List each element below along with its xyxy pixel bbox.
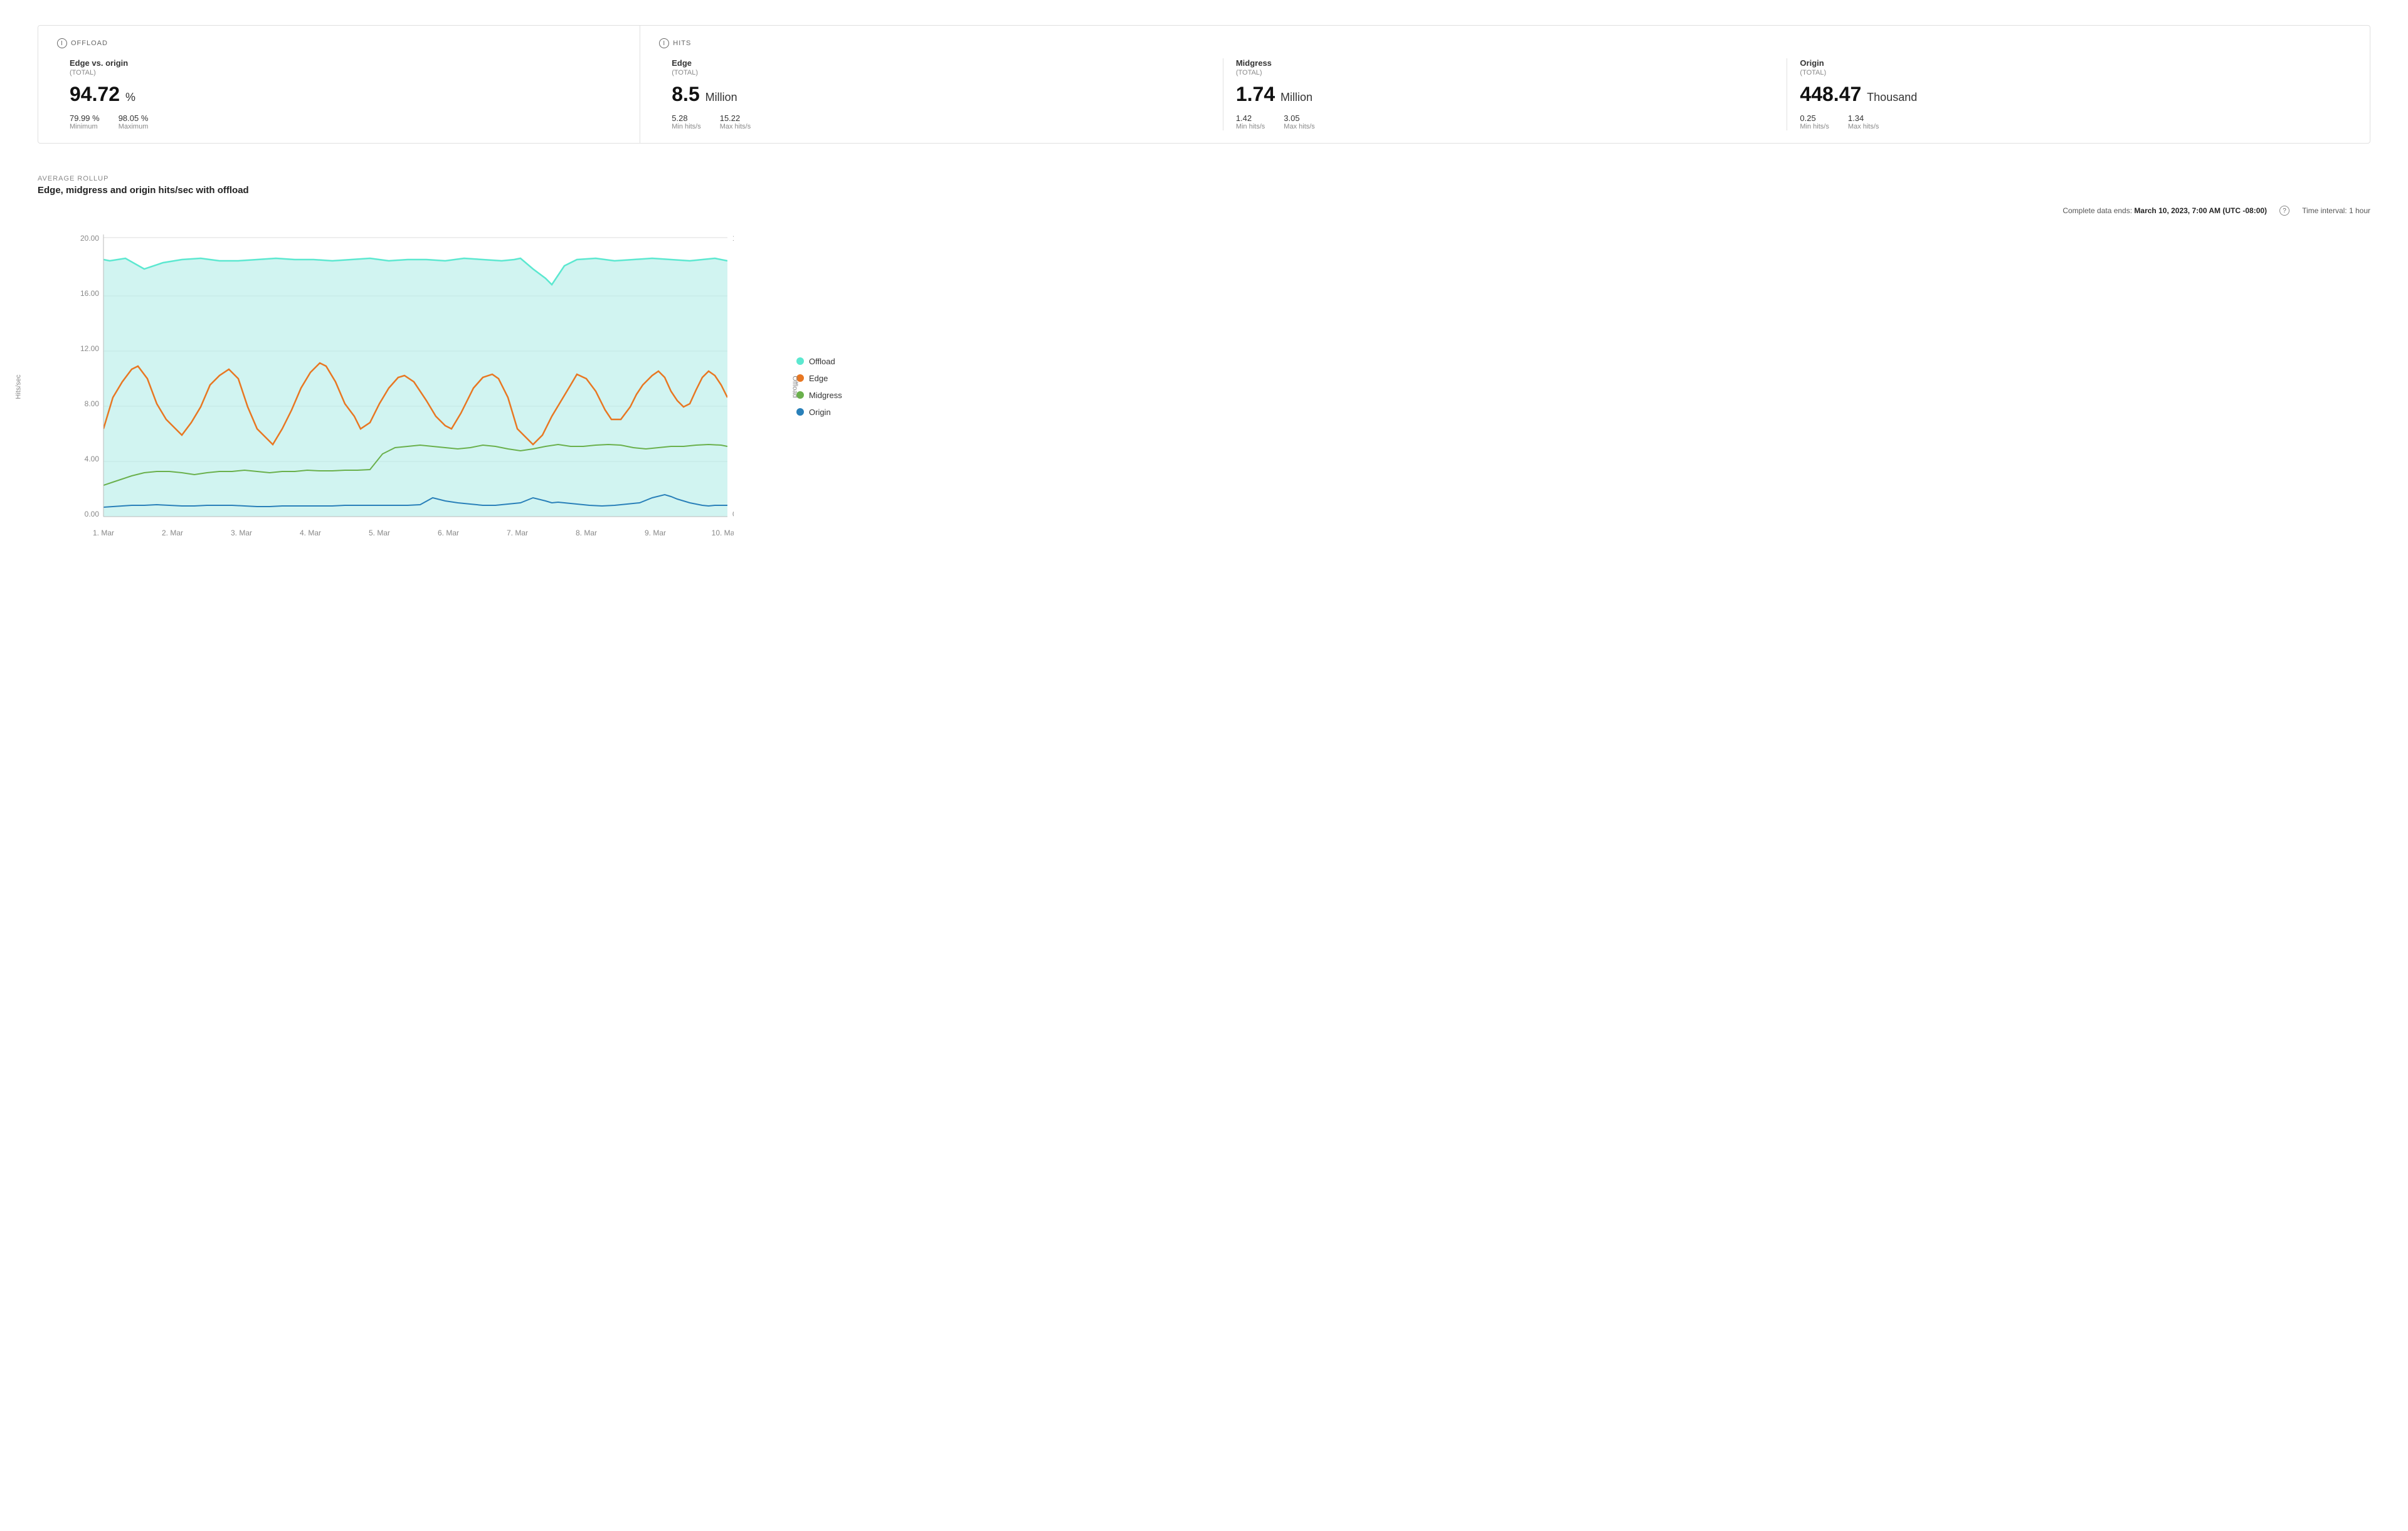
svg-text:9. Mar: 9. Mar — [645, 529, 666, 537]
hits-group: i HITS Edge (TOTAL) 8.5 Million 5.28 Min… — [640, 26, 2370, 143]
hits-info-icon[interactable]: i — [659, 38, 669, 48]
offload-info-icon[interactable]: i — [57, 38, 67, 48]
chart-svg-container: 0.00 4.00 8.00 12.00 16.00 20.00 100 % 0… — [75, 222, 734, 551]
offload-col-subtitle: (TOTAL) — [70, 69, 608, 76]
svg-text:0 %: 0 % — [732, 510, 734, 518]
svg-text:100 %: 100 % — [732, 234, 734, 243]
hits-col-2: Origin (TOTAL) 448.47 Thousand 0.25 Min … — [1787, 58, 2351, 130]
hits-sub-item-0-0: 5.28 Min hits/s — [672, 113, 700, 130]
legend-label-offload: Offload — [809, 357, 835, 366]
chart-complete-data-label: Complete data ends: March 10, 2023, 7:00… — [2062, 206, 2267, 215]
hits-sub-values-2: 0.25 Min hits/s 1.34 Max hits/s — [1800, 113, 2338, 130]
svg-text:3. Mar: 3. Mar — [231, 529, 252, 537]
svg-text:10. Mar: 10. Mar — [712, 529, 734, 537]
svg-text:2. Mar: 2. Mar — [162, 529, 183, 537]
svg-text:4.00: 4.00 — [85, 455, 100, 463]
y-axis-right-label: Offload — [791, 376, 798, 397]
offload-group: i OFFLOAD Edge vs. origin (TOTAL) 94.72 … — [38, 26, 640, 143]
hits-main-value-2: 448.47 Thousand — [1800, 83, 2338, 106]
chart-time-interval: Time interval: 1 hour — [2302, 206, 2370, 215]
chart-meta-info-icon[interactable]: ? — [2279, 206, 2289, 216]
stats-container: i OFFLOAD Edge vs. origin (TOTAL) 94.72 … — [38, 25, 2370, 144]
svg-text:8. Mar: 8. Mar — [576, 529, 597, 537]
legend-label-origin: Origin — [809, 408, 831, 417]
hits-col-0: Edge (TOTAL) 8.5 Million 5.28 Min hits/s… — [659, 58, 1223, 130]
hits-col-title-0: Edge — [672, 58, 1210, 68]
hits-col-title-2: Origin — [1800, 58, 2338, 68]
offload-sub-values: 79.99 % Minimum 98.05 % Maximum — [70, 113, 608, 130]
offload-stat-col: Edge vs. origin (TOTAL) 94.72 % 79.99 % … — [57, 58, 621, 130]
chart-meta: Complete data ends: March 10, 2023, 7:00… — [38, 206, 2370, 216]
legend-dot-offload — [796, 357, 804, 365]
hits-sub-values-0: 5.28 Min hits/s 15.22 Max hits/s — [672, 113, 1210, 130]
chart-rollup-label: AVERAGE ROLLUP — [38, 175, 2370, 182]
legend-item-midgress: Midgress — [796, 391, 859, 400]
hits-col-subtitle-2: (TOTAL) — [1800, 69, 2338, 76]
hits-col-subtitle-1: (TOTAL) — [1236, 69, 1775, 76]
hits-columns: Edge (TOTAL) 8.5 Million 5.28 Min hits/s… — [659, 58, 2351, 130]
hits-sub-item-1-1: 3.05 Max hits/s — [1284, 113, 1315, 130]
legend-label-edge: Edge — [809, 374, 828, 383]
svg-text:1. Mar: 1. Mar — [93, 529, 114, 537]
y-axis-label: Hits/sec — [15, 374, 23, 399]
hits-main-value-0: 8.5 Million — [672, 83, 1210, 106]
svg-text:16.00: 16.00 — [80, 289, 99, 298]
offload-group-label: i OFFLOAD — [57, 38, 621, 48]
svg-text:4. Mar: 4. Mar — [300, 529, 321, 537]
svg-text:6. Mar: 6. Mar — [438, 529, 459, 537]
legend-label-midgress: Midgress — [809, 391, 842, 400]
hits-main-value-1: 1.74 Million — [1236, 83, 1775, 106]
svg-text:7. Mar: 7. Mar — [507, 529, 528, 537]
hits-sub-item-2-1: 1.34 Max hits/s — [1848, 113, 1879, 130]
chart-svg: 0.00 4.00 8.00 12.00 16.00 20.00 100 % 0… — [75, 222, 734, 548]
hits-sub-item-1-0: 1.42 Min hits/s — [1236, 113, 1265, 130]
offload-col-title: Edge vs. origin — [70, 58, 608, 68]
legend-item-edge: Edge — [796, 374, 859, 383]
legend-dot-origin — [796, 408, 804, 416]
chart-title: Edge, midgress and origin hits/sec with … — [38, 185, 2370, 196]
svg-text:20.00: 20.00 — [80, 234, 99, 243]
chart-wrapper: Hits/sec Offload 0.00 4.00 8.00 12.00 16… — [38, 222, 2370, 551]
hits-col-1: Midgress (TOTAL) 1.74 Million 1.42 Min h… — [1223, 58, 1788, 130]
svg-text:8.00: 8.00 — [85, 399, 100, 408]
legend-item-offload: Offload — [796, 357, 859, 366]
hits-sub-values-1: 1.42 Min hits/s 3.05 Max hits/s — [1236, 113, 1775, 130]
offload-minimum: 79.99 % Minimum — [70, 113, 100, 130]
svg-text:0.00: 0.00 — [85, 510, 100, 518]
hits-col-title-1: Midgress — [1236, 58, 1775, 68]
hits-col-subtitle-0: (TOTAL) — [672, 69, 1210, 76]
svg-text:12.00: 12.00 — [80, 344, 99, 353]
offload-main-value: 94.72 % — [70, 83, 608, 106]
hits-sub-item-2-0: 0.25 Min hits/s — [1800, 113, 1829, 130]
hits-group-label: i HITS — [659, 38, 2351, 48]
legend-item-origin: Origin — [796, 408, 859, 417]
hits-sub-item-0-1: 15.22 Max hits/s — [720, 113, 751, 130]
svg-text:5. Mar: 5. Mar — [369, 529, 390, 537]
chart-section: AVERAGE ROLLUP Edge, midgress and origin… — [38, 175, 2370, 551]
offload-maximum: 98.05 % Maximum — [119, 113, 149, 130]
